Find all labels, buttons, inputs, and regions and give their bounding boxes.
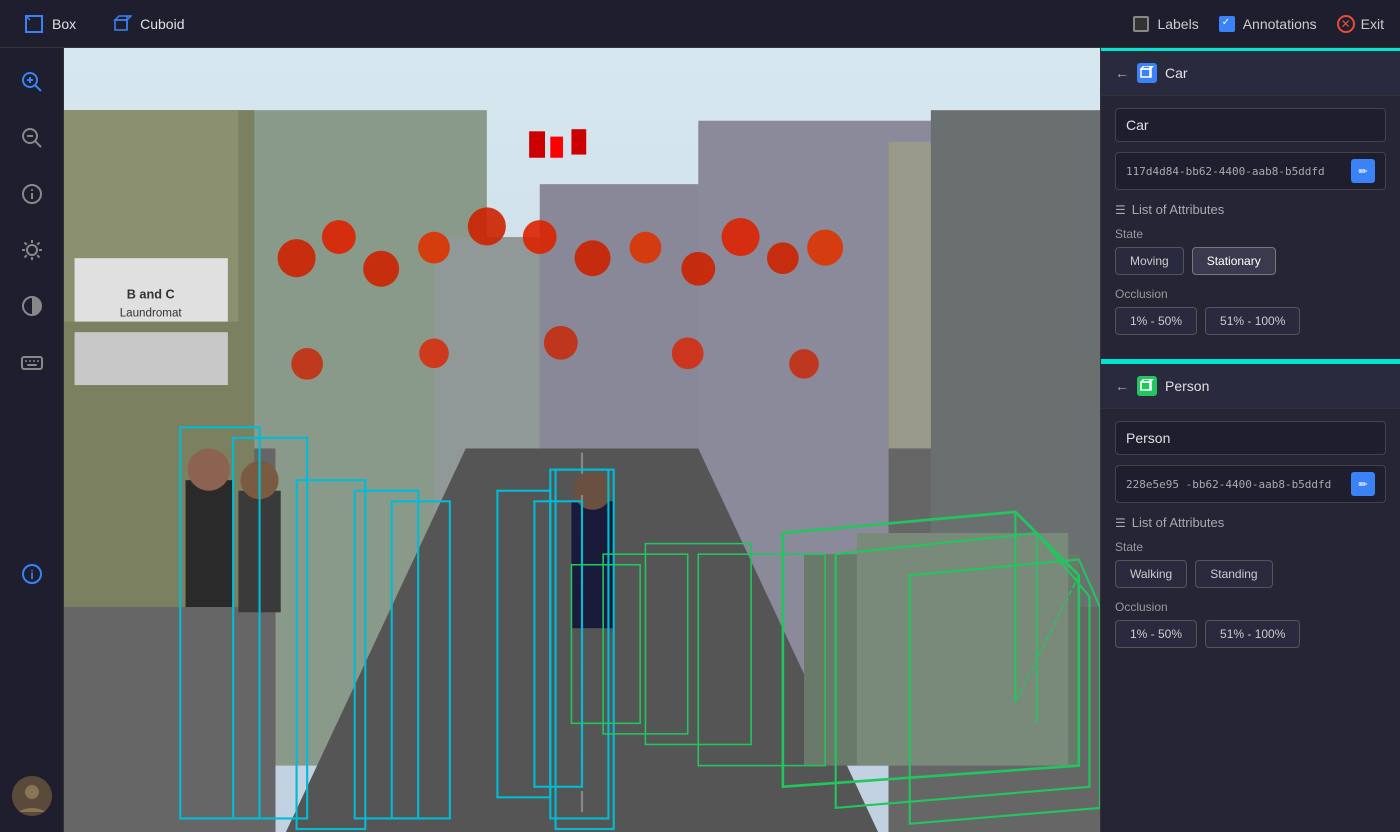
person-type-icon [1137, 376, 1157, 396]
person-header-title: Person [1165, 378, 1209, 394]
box-icon [24, 14, 44, 34]
svg-text:B and C: B and C [127, 287, 175, 301]
contrast-icon[interactable] [14, 288, 50, 324]
toolbar: Box Cuboid Labels Annotations ✕ Exit [0, 0, 1400, 48]
car-uuid-row: 117d4d84-bb62-4400-aab8-b5ddfd ✏ [1115, 152, 1386, 190]
list-icon: ☰ [1115, 203, 1126, 217]
right-panel: ← Car 117d4d84-bb62-4400-aab8-b5ddfd ✏ [1100, 48, 1400, 832]
person-occlusion-group: Occlusion 1% - 50% 51% - 100% [1115, 600, 1386, 648]
person-card-header: ← Person [1101, 364, 1400, 409]
info-toggle-icon[interactable] [14, 176, 50, 212]
main-content: i [0, 48, 1400, 832]
car-moving-button[interactable]: Moving [1115, 247, 1184, 275]
user-avatar[interactable] [12, 776, 52, 816]
car-attributes-header: ☰ List of Attributes [1115, 202, 1386, 217]
person-annotation-card: ← Person 228e5e95 -bb62-4400-aab8-b5ddfd… [1101, 364, 1400, 672]
annotations-checkbox[interactable] [1219, 16, 1235, 32]
car-occlusion-high-button[interactable]: 51% - 100% [1205, 307, 1300, 335]
car-stationary-button[interactable]: Stationary [1192, 247, 1276, 275]
person-attributes-section: ☰ List of Attributes State Walking Stand… [1115, 515, 1386, 648]
cuboid-tool-button[interactable]: Cuboid [104, 10, 192, 38]
car-occlusion-label: Occlusion [1115, 287, 1386, 301]
exit-icon: ✕ [1337, 15, 1355, 33]
cuboid-label: Cuboid [140, 16, 184, 32]
box-tool-button[interactable]: Box [16, 10, 84, 38]
svg-text:Laundromat: Laundromat [120, 306, 183, 319]
toolbar-right: Labels Annotations ✕ Exit [1133, 15, 1384, 33]
person-edit-button[interactable]: ✏ [1351, 472, 1375, 496]
exit-label: Exit [1361, 16, 1384, 32]
help-icon[interactable]: i [14, 556, 50, 592]
person-label-input[interactable] [1115, 421, 1386, 455]
exit-button[interactable]: ✕ Exit [1337, 15, 1384, 33]
person-occlusion-low-button[interactable]: 1% - 50% [1115, 620, 1197, 648]
person-state-group: State Walking Standing [1115, 540, 1386, 588]
car-edit-button[interactable]: ✏ [1351, 159, 1375, 183]
keyboard-icon[interactable] [14, 344, 50, 380]
person-attributes-header: ☰ List of Attributes [1115, 515, 1386, 530]
toolbar-left: Box Cuboid [16, 10, 1113, 38]
zoom-out-icon[interactable] [14, 120, 50, 156]
person-occlusion-high-button[interactable]: 51% - 100% [1205, 620, 1300, 648]
annotations-toggle[interactable]: Annotations [1219, 16, 1317, 32]
box-label: Box [52, 16, 76, 32]
car-state-buttons: Moving Stationary [1115, 247, 1386, 275]
car-header-title: Car [1165, 65, 1188, 81]
svg-text:i: i [30, 568, 33, 582]
person-attributes-title: List of Attributes [1132, 515, 1225, 530]
cuboid-icon [112, 14, 132, 34]
person-occlusion-label: Occlusion [1115, 600, 1386, 614]
car-label-input[interactable] [1115, 108, 1386, 142]
annotations-toggle-label: Annotations [1243, 16, 1317, 32]
car-occlusion-buttons: 1% - 50% 51% - 100% [1115, 307, 1386, 335]
person-uuid-text: 228e5e95 -bb62-4400-aab8-b5ddfd [1126, 478, 1345, 491]
car-attributes-section: ☰ List of Attributes State Moving Statio… [1115, 202, 1386, 335]
canvas-area: B and C Laundromat [64, 48, 1100, 832]
labels-checkbox[interactable] [1133, 16, 1149, 32]
person-back-arrow[interactable]: ← [1115, 378, 1129, 394]
person-uuid-row: 228e5e95 -bb62-4400-aab8-b5ddfd ✏ [1115, 465, 1386, 503]
brightness-icon[interactable] [14, 232, 50, 268]
car-annotation-card: ← Car 117d4d84-bb62-4400-aab8-b5ddfd ✏ [1101, 51, 1400, 361]
car-uuid-text: 117d4d84-bb62-4400-aab8-b5ddfd [1126, 165, 1345, 178]
car-card-header: ← Car [1101, 51, 1400, 96]
car-back-arrow[interactable]: ← [1115, 65, 1129, 81]
person-state-label: State [1115, 540, 1386, 554]
car-occlusion-low-button[interactable]: 1% - 50% [1115, 307, 1197, 335]
left-sidebar: i [0, 48, 64, 832]
person-list-icon: ☰ [1115, 516, 1126, 530]
person-walking-button[interactable]: Walking [1115, 560, 1187, 588]
car-type-icon [1137, 63, 1157, 83]
canvas-background: B and C Laundromat [64, 48, 1100, 832]
car-state-group: State Moving Stationary [1115, 227, 1386, 275]
car-occlusion-group: Occlusion 1% - 50% 51% - 100% [1115, 287, 1386, 335]
person-card-body: 228e5e95 -bb62-4400-aab8-b5ddfd ✏ ☰ List… [1101, 409, 1400, 672]
labels-toggle[interactable]: Labels [1133, 16, 1198, 32]
car-state-label: State [1115, 227, 1386, 241]
person-standing-button[interactable]: Standing [1195, 560, 1272, 588]
person-state-buttons: Walking Standing [1115, 560, 1386, 588]
car-attributes-title: List of Attributes [1132, 202, 1225, 217]
zoom-in-icon[interactable] [14, 64, 50, 100]
labels-toggle-label: Labels [1157, 16, 1198, 32]
car-card-body: 117d4d84-bb62-4400-aab8-b5ddfd ✏ ☰ List … [1101, 96, 1400, 359]
person-occlusion-buttons: 1% - 50% 51% - 100% [1115, 620, 1386, 648]
